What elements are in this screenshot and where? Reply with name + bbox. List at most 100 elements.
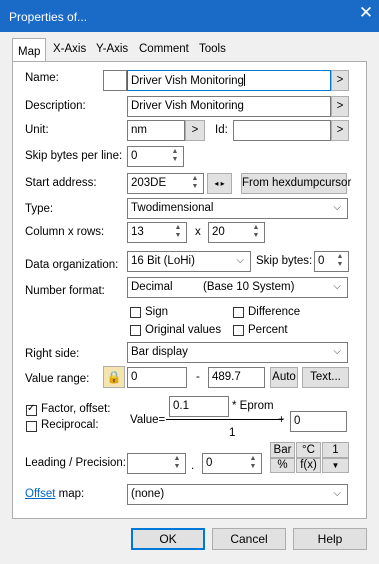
name-prefix-field[interactable] [103, 70, 127, 91]
value-equals-label: Value= [130, 414, 166, 426]
rows-value: 20 [212, 226, 225, 238]
right-side-label: Right side: [25, 348, 80, 360]
skip-bytes-line-value: 0 [131, 150, 138, 162]
fx-button[interactable]: f(x) [296, 458, 321, 473]
tab-comment[interactable]: Comment [139, 40, 189, 60]
description-label: Description: [25, 100, 86, 112]
fraction-line [166, 419, 283, 420]
skip-bytes-line-field[interactable]: 0 ▲ ▼ [127, 146, 184, 167]
unit-browse-button[interactable]: > [185, 120, 205, 141]
chevron-down-icon: ⌵ [333, 346, 341, 357]
percent-button[interactable]: % [270, 458, 295, 473]
type-value: Twodimensional [131, 202, 214, 214]
range-min-field[interactable]: 0 [127, 367, 187, 388]
right-side-value: Bar display [131, 346, 188, 358]
offset-field[interactable]: 0 [290, 411, 347, 432]
skip-bytes-value: 0 [318, 255, 325, 267]
spinner-icon[interactable]: ▲ ▼ [334, 253, 346, 270]
spinner-icon[interactable]: ▲ ▼ [169, 148, 181, 165]
offset-map-select[interactable]: (none) ⌵ [127, 484, 348, 505]
sign-checkbox[interactable] [130, 307, 141, 318]
range-dash: - [196, 371, 200, 383]
reciprocal-label: Reciprocal: [41, 419, 99, 431]
rows-field[interactable]: 20 ▲ ▼ [208, 222, 265, 243]
eprom-label: * Eprom [232, 400, 274, 412]
tab-map[interactable]: Map [12, 38, 47, 62]
tab-tools[interactable]: Tools [199, 40, 226, 60]
address-step-button[interactable]: ◂ ▸ [207, 173, 232, 194]
bar-button[interactable]: Bar [270, 442, 295, 458]
plus-label: + [278, 414, 285, 426]
start-address-field[interactable]: 203DE ▲ ▼ [127, 173, 204, 194]
offset-map-label: Offset map: [25, 488, 84, 500]
leading-precision-label: Leading / Precision: [25, 457, 127, 469]
value-range-label: Value range: [25, 373, 90, 385]
cancel-button[interactable]: Cancel [212, 528, 286, 550]
right-side-select[interactable]: Bar display ⌵ [127, 342, 348, 363]
type-select[interactable]: Twodimensional ⌵ [127, 198, 348, 219]
offset-map-suffix: map: [55, 488, 85, 500]
from-hexdump-button[interactable]: From hexdumpcursor [241, 173, 351, 194]
data-org-select[interactable]: 16 Bit (LoHi) ⌵ [127, 251, 251, 272]
name-browse-button[interactable]: > [331, 70, 349, 91]
text-cursor [243, 74, 245, 86]
sign-label: Sign [145, 306, 169, 318]
factor-offset-checkbox[interactable] [26, 403, 37, 416]
leading-field[interactable]: ▲ ▼ [127, 453, 186, 474]
columns-value: 13 [131, 226, 144, 238]
help-button[interactable]: Help [293, 528, 367, 550]
tab-x-axis[interactable]: X-Axis [53, 40, 86, 60]
precision-value: 0 [206, 457, 213, 469]
unit-label: Unit: [25, 124, 49, 136]
text-button[interactable]: Text... [302, 367, 349, 388]
columns-field[interactable]: 13 ▲ ▼ [127, 222, 187, 243]
close-icon[interactable]: ✕ [353, 1, 379, 27]
start-address-value: 203DE [131, 177, 167, 189]
number-format-desc: (Base 10 System) [203, 281, 295, 293]
chevron-down-icon: ⌵ [333, 281, 341, 292]
chevron-down-icon[interactable]: ▼ [322, 458, 349, 473]
difference-checkbox[interactable] [233, 307, 244, 318]
degc-button[interactable]: °C [296, 442, 321, 458]
ok-button[interactable]: OK [131, 528, 205, 550]
dot-label: . [191, 460, 195, 472]
start-address-label: Start address: [25, 177, 97, 189]
offset-map-value: (none) [131, 488, 165, 500]
factor-field[interactable]: 0.1 [169, 396, 229, 417]
data-org-value: 16 Bit (LoHi) [131, 255, 195, 267]
percent-checkbox[interactable] [233, 325, 244, 336]
chevron-down-icon: ⌵ [333, 488, 341, 499]
name-field[interactable]: Driver Vish Monitoring [127, 70, 331, 91]
spinner-icon[interactable]: ▲ ▼ [247, 455, 259, 472]
id-browse-button[interactable]: > [331, 120, 349, 141]
spinner-icon[interactable]: ▲ ▼ [171, 455, 183, 472]
precision-field[interactable]: 0 ▲ ▼ [202, 453, 262, 474]
description-field[interactable]: Driver Vish Monitoring [127, 96, 331, 117]
name-value: Driver Vish Monitoring [131, 75, 244, 87]
one-button[interactable]: 1 [322, 442, 349, 458]
original-values-label: Original values [145, 324, 222, 336]
original-values-checkbox[interactable] [130, 325, 141, 336]
auto-button[interactable]: Auto [270, 367, 298, 388]
description-browse-button[interactable]: > [331, 96, 349, 117]
spinner-icon[interactable]: ▲ ▼ [250, 224, 262, 241]
chevron-down-icon: ⌵ [333, 202, 341, 213]
unit-field[interactable]: nm [127, 120, 185, 141]
reciprocal-checkbox[interactable] [26, 421, 37, 432]
chevron-down-icon: ⌵ [236, 255, 244, 266]
range-max-field[interactable]: 489.7 [208, 367, 265, 388]
number-format-select[interactable]: Decimal (Base 10 System) ⌵ [127, 277, 348, 298]
offset-link[interactable]: Offset [25, 488, 55, 500]
number-format-value: Decimal [131, 281, 173, 293]
colrows-label: Column x rows: [25, 226, 105, 238]
denominator-label: 1 [229, 427, 236, 439]
skip-bytes-line-label: Skip bytes per line: [25, 150, 123, 162]
lock-icon[interactable]: 🔒 [103, 366, 125, 388]
spinner-icon[interactable]: ▲ ▼ [172, 224, 184, 241]
spinner-icon[interactable]: ▲ ▼ [189, 175, 201, 192]
tab-y-axis[interactable]: Y-Axis [96, 40, 128, 60]
data-org-label: Data organization: [25, 259, 119, 271]
id-field[interactable] [233, 120, 331, 141]
difference-label: Difference [248, 306, 301, 318]
skip-bytes-field[interactable]: 0 ▲ ▼ [314, 251, 349, 272]
